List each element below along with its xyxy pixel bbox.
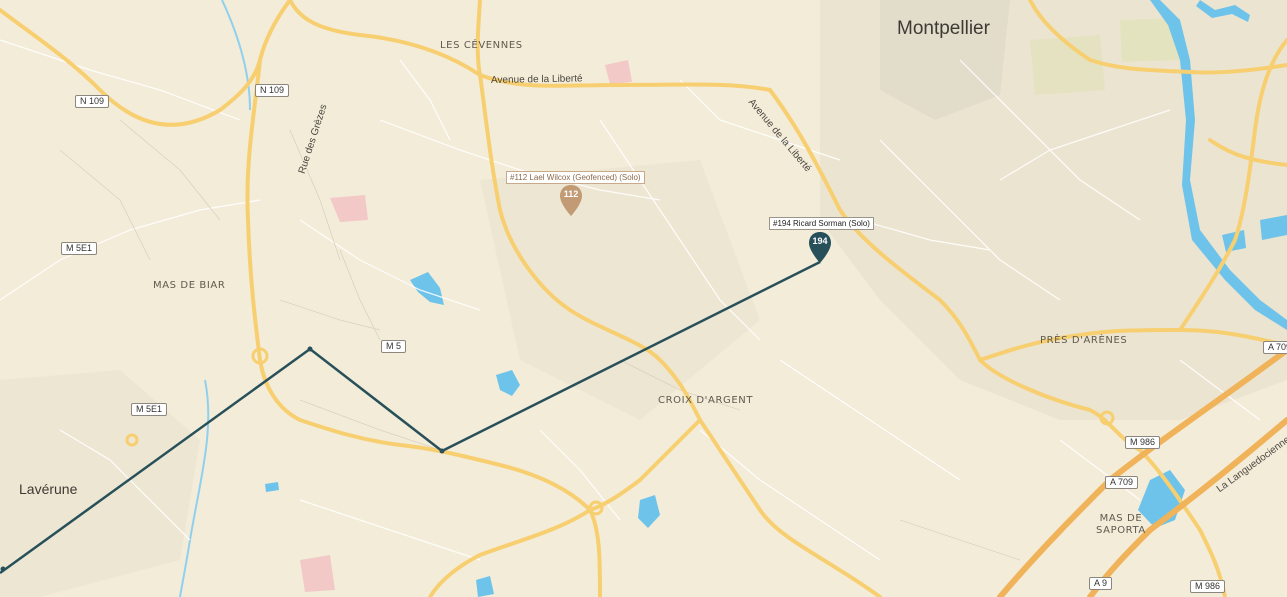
road-shield-m5: M 5	[381, 340, 407, 353]
map-base	[0, 0, 1287, 597]
rider-marker-194[interactable]: 194	[807, 231, 833, 265]
road-shield-n109: N 109	[75, 95, 110, 108]
city-label-laverune: Lavérune	[19, 481, 78, 497]
map-canvas[interactable]: Montpellier Lavérune LES CÉVENNES MAS DE…	[0, 0, 1287, 597]
road-shield-m5e1: M 5E1	[131, 403, 168, 416]
rider-number-194: 194	[812, 236, 828, 246]
city-label-montpellier: Montpellier	[897, 18, 990, 39]
rider-tooltip-194: #194 Ricard Sorman (Solo)	[769, 217, 874, 230]
road-shield-a9: A 9	[1089, 577, 1113, 590]
district-label-mas-de-saporta: MAS DE SAPORTA	[1096, 513, 1146, 536]
road-shield-a709: A 709	[1263, 341, 1287, 354]
road-shield-a709: A 709	[1105, 476, 1139, 489]
rider-number-112: 112	[563, 189, 579, 199]
road-shield-m986: M 986	[1125, 436, 1161, 449]
road-shield-n109: N 109	[255, 84, 290, 97]
district-label-croix-dargent: CROIX D'ARGENT	[658, 395, 754, 406]
road-shield-m986: M 986	[1190, 580, 1226, 593]
rider-tooltip-112: #112 Lael Wilcox (Geofenced) (Solo)	[506, 171, 645, 184]
district-label-les-cevennes: LES CÉVENNES	[440, 40, 523, 51]
street-label-avenue-liberte-west: Avenue de la Liberté	[490, 73, 583, 86]
road-shield-m5e1: M 5E1	[61, 242, 98, 255]
district-label-pres-darenes: PRÈS D'ARÈNES	[1040, 335, 1128, 346]
district-label-mas-de-biar: MAS DE BIAR	[153, 280, 226, 291]
rider-marker-112[interactable]: 112	[558, 184, 584, 218]
